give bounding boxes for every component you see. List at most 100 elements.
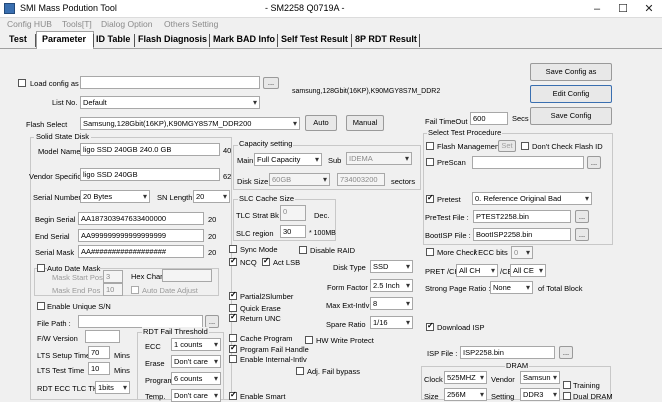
begin-serial-input[interactable]: AA187303947633400000: [78, 212, 204, 225]
vendor-specific-input[interactable]: ligo SSD 240GB: [80, 168, 220, 181]
slc-region-input[interactable]: 30: [280, 225, 306, 238]
flash-management-checkbox[interactable]: [426, 142, 434, 150]
adj-fail-bypass-checkbox[interactable]: [296, 367, 304, 375]
dont-check-flash-id-checkbox[interactable]: [521, 142, 529, 150]
minimize-icon[interactable]: –: [584, 0, 610, 18]
ce-select[interactable]: All CE: [510, 264, 546, 277]
fw-version-input[interactable]: [85, 330, 120, 343]
tab-8p-rdt-result[interactable]: 8P RDT Result: [355, 34, 417, 44]
tab-mark-bad-info[interactable]: Mark BAD Info: [213, 34, 275, 44]
vendor-select[interactable]: Samsun: [520, 371, 560, 384]
mask-start-pos-input[interactable]: 3: [103, 270, 123, 283]
ncq-checkbox[interactable]: [229, 256, 237, 266]
menu-tools[interactable]: Tools[T]: [62, 19, 92, 29]
pretest-checkbox[interactable]: [426, 193, 434, 203]
save-config-as-button[interactable]: Save Config as: [530, 63, 612, 81]
pretest-file-browse-button[interactable]: ...: [575, 210, 589, 223]
mask-end-pos-input[interactable]: 10: [103, 283, 123, 296]
rdt-ecc-tlc-select[interactable]: 1bits: [95, 381, 130, 394]
setting-select[interactable]: DDR3: [520, 388, 560, 401]
disable-raid-checkbox[interactable]: [299, 246, 307, 254]
hw-write-protect-checkbox[interactable]: [305, 336, 313, 344]
list-no-label: List No.: [52, 98, 78, 107]
auto-date-adjust-checkbox[interactable]: [131, 286, 139, 294]
close-icon[interactable]: ✕: [636, 0, 662, 18]
menu-dialog-option[interactable]: Dialog Option: [101, 19, 153, 29]
flash-select[interactable]: Samsung,128Gbit(16KP),K90MGY8S7M_DDR200: [80, 117, 300, 130]
quick-erase-checkbox[interactable]: [229, 304, 237, 312]
enable-smart-checkbox[interactable]: [229, 390, 237, 400]
program-fail-handle-checkbox[interactable]: [229, 343, 237, 353]
more-check-checkbox[interactable]: [426, 248, 434, 256]
disk-type-select[interactable]: SSD: [370, 260, 413, 273]
prescan-browse-button[interactable]: ...: [587, 156, 601, 169]
act-lsb-checkbox[interactable]: [262, 256, 270, 266]
load-config-label: Load config as: [30, 79, 79, 88]
list-no-select[interactable]: Default: [80, 96, 260, 109]
form-factor-select[interactable]: 2.5 Inch: [370, 279, 413, 292]
partial2slumber-checkbox[interactable]: [229, 290, 237, 300]
tab-self-test-result[interactable]: Self Test Result: [281, 34, 348, 44]
strong-page-ratio-select[interactable]: None: [490, 281, 533, 294]
tlc-strat-input[interactable]: 0: [280, 205, 306, 221]
edit-config-button[interactable]: Edit Config: [530, 85, 612, 103]
lts-test-input[interactable]: 10: [88, 362, 110, 375]
bootisp-file-browse-button[interactable]: ...: [575, 228, 589, 241]
dual-dram-checkbox[interactable]: [563, 392, 571, 400]
sync-mode-checkbox[interactable]: [229, 245, 237, 253]
bootisp-file-input[interactable]: BootISP2258.bin: [473, 228, 571, 241]
tab-test[interactable]: Test: [9, 34, 27, 44]
ecc-bits-select[interactable]: 0: [511, 246, 533, 259]
manual-button[interactable]: Manual: [346, 115, 384, 131]
lts-setup-input[interactable]: 70: [88, 346, 110, 359]
rdt-erase-select[interactable]: Don't care: [171, 355, 221, 368]
menu-others-setting[interactable]: Others Setting: [164, 19, 218, 29]
isp-file-input[interactable]: ISP2258.bin: [460, 346, 555, 359]
unique-sn-checkbox[interactable]: [37, 302, 45, 310]
auto-date-mask-checkbox[interactable]: [37, 264, 45, 272]
tab-flash-diagnosis[interactable]: Flash Diagnosis: [138, 34, 207, 44]
sn-length-select[interactable]: 20: [193, 190, 230, 203]
tab-id-table[interactable]: ID Table: [96, 34, 130, 44]
clock-select[interactable]: 525MHZ: [444, 371, 487, 384]
hex-char-input[interactable]: [162, 269, 212, 282]
pretest-file-input[interactable]: PTEST2258.bin: [473, 210, 571, 223]
max-ext-intlv-select[interactable]: 8: [370, 297, 413, 310]
sectors-input[interactable]: 734003200: [337, 173, 385, 186]
pretest-select[interactable]: 0. Reference Original Bad: [472, 192, 592, 205]
serial-mask-input[interactable]: AA##################: [78, 245, 204, 258]
training-checkbox[interactable]: [563, 381, 571, 389]
serial-number-select[interactable]: 20 Bytes: [80, 190, 150, 203]
auto-button[interactable]: Auto: [305, 115, 337, 131]
download-isp-checkbox[interactable]: [426, 321, 434, 331]
rdt-ecc-select[interactable]: 1 counts: [171, 338, 221, 351]
load-config-input[interactable]: [80, 76, 260, 89]
maximize-icon[interactable]: ☐: [610, 0, 636, 18]
fail-timeout-input[interactable]: 600: [470, 112, 508, 125]
spare-ratio-select[interactable]: 1/16: [370, 316, 413, 329]
isp-file-browse-button[interactable]: ...: [559, 346, 573, 359]
menu-config-hub[interactable]: Config HUB: [7, 19, 52, 29]
disk-size-select[interactable]: 60GB: [269, 173, 330, 186]
load-config-checkbox[interactable]: [18, 79, 26, 87]
prescan-checkbox[interactable]: [426, 158, 434, 166]
capacity-main-select[interactable]: Full Capacity: [254, 153, 322, 166]
pret-ch-select[interactable]: All CH: [456, 264, 498, 277]
load-config-browse-button[interactable]: ...: [263, 77, 279, 89]
rdt-program-select[interactable]: 6 counts: [171, 372, 221, 385]
model-name-length: 40: [223, 146, 232, 155]
capacity-sub-select[interactable]: IDEMA: [346, 152, 412, 165]
return-unc-checkbox[interactable]: [229, 312, 237, 322]
tab-parameter[interactable]: Parameter: [42, 34, 86, 44]
rdt-temp-select[interactable]: Don't care: [171, 389, 221, 402]
end-serial-input[interactable]: AA999999999999999999: [78, 229, 204, 242]
prescan-input[interactable]: [472, 156, 584, 169]
save-config-button[interactable]: Save Config: [530, 107, 612, 125]
slc-region-label: SLC region: [236, 229, 274, 238]
internal-intlv-checkbox[interactable]: [229, 355, 237, 363]
size-select[interactable]: 256M: [444, 388, 487, 401]
model-name-input[interactable]: ligo SSD 240GB 240.0 GB: [80, 143, 220, 156]
lts-setup-unit: Mins: [114, 351, 130, 360]
cache-program-checkbox[interactable]: [229, 334, 237, 342]
flash-management-set-button[interactable]: Set: [498, 140, 516, 152]
